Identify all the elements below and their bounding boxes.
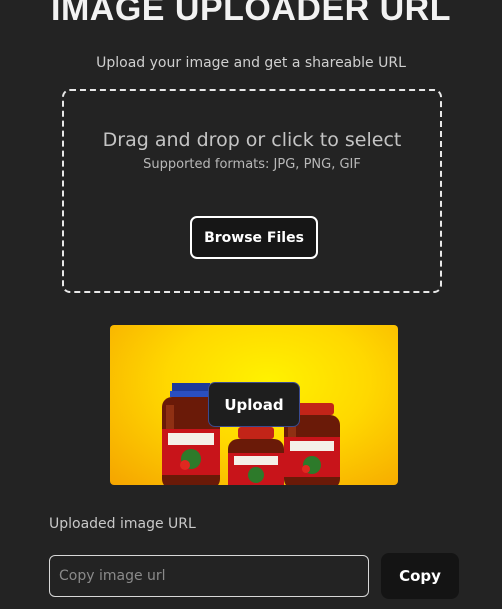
drop-zone-title: Drag and drop or click to select xyxy=(102,129,402,151)
drop-zone[interactable]: Drag and drop or click to select Support… xyxy=(62,89,442,293)
image-url-input[interactable] xyxy=(49,555,369,597)
copy-button[interactable]: Copy xyxy=(381,553,459,599)
browse-files-button[interactable]: Browse Files xyxy=(190,216,318,259)
page-title: IMAGE UPLOADER URL xyxy=(51,0,451,28)
image-uploader-page: IMAGE UPLOADER URL Upload your image and… xyxy=(0,0,502,609)
uploaded-url-label: Uploaded image URL xyxy=(49,516,196,532)
supported-formats-text: Supported formats: JPG, PNG, GIF xyxy=(143,157,361,172)
jar-middle xyxy=(228,427,284,485)
page-subtitle: Upload your image and get a shareable UR… xyxy=(96,55,406,71)
upload-button[interactable]: Upload xyxy=(208,382,300,427)
